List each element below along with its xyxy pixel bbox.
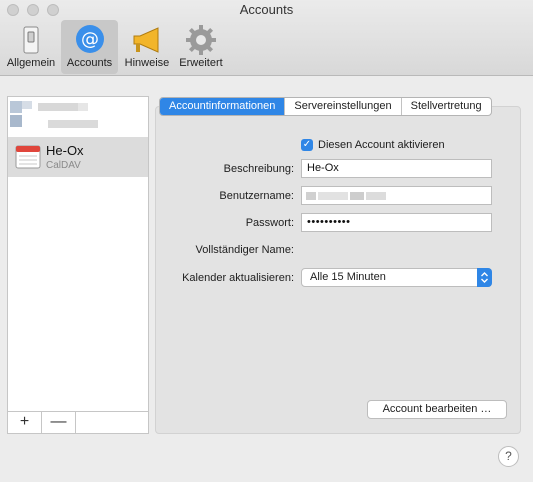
remove-account-button[interactable]: —: [42, 412, 76, 433]
toolbar-item-allgemein[interactable]: Allgemein: [4, 20, 58, 74]
username-field[interactable]: [301, 186, 492, 205]
preferences-window: Accounts Allgemein @ Accounts Hinweise E…: [0, 0, 533, 482]
toolbar-item-hinweise[interactable]: Hinweise: [120, 20, 174, 74]
toolbar-item-label: Allgemein: [6, 57, 56, 69]
account-list-footer: + —: [8, 411, 148, 433]
account-list-item-redacted[interactable]: [8, 97, 148, 137]
window-title: Accounts: [239, 2, 294, 17]
redacted-username-image: [306, 192, 386, 200]
toolbar-item-erweitert[interactable]: Erweitert: [174, 20, 228, 74]
username-label: Benutzername:: [219, 190, 294, 202]
toolbar-item-label: Erweitert: [179, 57, 223, 69]
toolbar-item-label: Accounts: [66, 57, 113, 69]
description-label: Beschreibung:: [223, 163, 294, 175]
refresh-select[interactable]: Alle 15 Minuten: [301, 268, 492, 287]
at-sign-icon: @: [75, 25, 104, 53]
fullname-label: Vollständiger Name:: [195, 244, 294, 256]
redacted-account-image: [10, 101, 98, 128]
tab-servereinstellungen[interactable]: Servereinstellungen: [284, 98, 400, 115]
tab-bar: Accountinformationen Servereinstellungen…: [159, 97, 492, 116]
enable-account-label: Diesen Account aktivieren: [318, 139, 445, 151]
enable-account-checkbox[interactable]: ✓: [301, 139, 313, 151]
megaphone-icon: [133, 27, 159, 53]
description-field[interactable]: He-Ox: [301, 159, 492, 178]
gear-icon: [186, 25, 216, 55]
calendar-icon: [15, 145, 41, 169]
toolbar: Accounts Allgemein @ Accounts Hinweise E…: [0, 0, 533, 76]
refresh-label: Kalender aktualisieren:: [182, 272, 294, 284]
tab-stellvertretung[interactable]: Stellvertretung: [400, 98, 491, 115]
tab-accountinformationen[interactable]: Accountinformationen: [160, 98, 285, 115]
account-name: He-Ox: [46, 143, 84, 158]
account-list-item-selected[interactable]: He-Ox CalDAV: [8, 137, 148, 177]
add-account-button[interactable]: +: [8, 412, 42, 433]
account-type: CalDAV: [46, 160, 81, 171]
toolbar-item-label: Hinweise: [124, 57, 170, 69]
password-field[interactable]: ••••••••••: [301, 213, 492, 232]
password-label: Passwort:: [245, 217, 294, 229]
toolbar-item-accounts[interactable]: @ Accounts: [61, 20, 118, 74]
refresh-select-value: Alle 15 Minuten: [310, 271, 386, 283]
help-button[interactable]: ?: [498, 446, 519, 467]
svg-text:@: @: [81, 29, 99, 50]
switch-icon: [23, 26, 39, 54]
select-arrows-icon: [477, 268, 492, 287]
account-list: He-Ox CalDAV + —: [7, 96, 149, 434]
edit-account-button[interactable]: Account bearbeiten …: [367, 400, 507, 419]
